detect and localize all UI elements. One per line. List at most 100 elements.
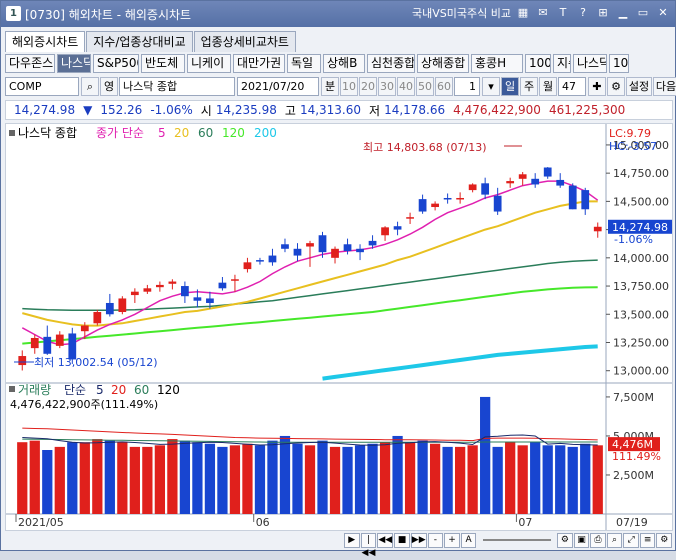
quick-index-1[interactable]: 나스닥	[57, 54, 91, 73]
quick-index-4[interactable]: 니케이	[187, 54, 231, 73]
vol-ma20-line	[22, 427, 598, 442]
restore-icon[interactable]: ▭	[635, 5, 651, 21]
quick-index-8[interactable]: 심천종합	[367, 54, 415, 73]
candle-body	[493, 195, 502, 212]
main-tabs: 해외증시차트 지수/업종상대비교 업종상세비교차트	[5, 31, 297, 53]
tab-sector-compare[interactable]: 업종상세비교차트	[193, 31, 296, 52]
nav-button-0[interactable]: ▶	[343, 532, 360, 548]
period-50[interactable]: 50	[416, 76, 434, 96]
candle-body	[418, 199, 427, 212]
quick-index-12[interactable]: 지수	[553, 54, 571, 73]
grid-icon[interactable]: ▦	[515, 5, 531, 21]
quick-index-2[interactable]: S&P500	[93, 54, 139, 73]
period-30[interactable]: 30	[378, 76, 396, 96]
weekly-button[interactable]: 주	[520, 76, 538, 96]
ma-period-5: 5	[158, 126, 166, 140]
nav-button-7[interactable]: A	[460, 532, 477, 548]
volume-bar	[480, 396, 491, 514]
nav-button-1[interactable]: |◀◀	[360, 532, 377, 558]
high-label: 고	[284, 103, 296, 118]
zoom-slider[interactable]	[483, 539, 552, 541]
x-tick-label: 07/19	[616, 516, 648, 529]
period-40[interactable]: 40	[397, 76, 415, 96]
crosshair-icon[interactable]: ✚	[588, 76, 606, 96]
nav-button-5[interactable]: -	[427, 532, 444, 548]
candle-body	[130, 291, 139, 296]
nav-button-2[interactable]: ◀◀	[377, 532, 394, 548]
price-chart[interactable]: 13,000.00 13,250.00 13,500.00 13,750.00 14,0…	[6, 124, 672, 530]
close-icon[interactable]: ✕	[655, 5, 671, 21]
quick-index-9[interactable]: 상해종합	[417, 54, 469, 73]
volume-bar	[505, 442, 516, 514]
monthly-button[interactable]: 월	[539, 76, 557, 96]
volume-bar	[104, 440, 115, 514]
candle-body	[118, 298, 127, 313]
chart-area[interactable]: 13,000.00 13,250.00 13,500.00 13,750.00 14,0…	[5, 123, 673, 531]
quick-index-5[interactable]: 대만가권	[233, 54, 285, 73]
quick-index-3[interactable]: 반도체	[141, 54, 185, 73]
period-10[interactable]: 10	[340, 76, 358, 96]
gear-icon[interactable]: ⚙	[607, 76, 625, 96]
volume-bar	[304, 445, 316, 514]
y-tick-label: 13,500.00	[613, 308, 669, 321]
quick-index-6[interactable]: 독일	[287, 54, 321, 73]
list-icon[interactable]: ≡	[639, 532, 656, 548]
count-input[interactable]: 47	[558, 76, 586, 96]
price-change-pct: -1.06%	[150, 103, 193, 117]
x-tick-label: 07	[518, 516, 532, 529]
quick-index-0[interactable]: 다우존스	[5, 54, 55, 73]
quick-index-14[interactable]: 100	[609, 54, 629, 73]
candle-body	[531, 178, 540, 185]
volume-bar	[117, 442, 128, 514]
nav-button-4[interactable]: ▶▶	[410, 532, 427, 548]
pin-icon[interactable]: ⊞	[595, 5, 611, 21]
next-button[interactable]: 다음	[653, 76, 676, 96]
volume-bar	[279, 435, 291, 514]
y-tick-label: 14,500.00	[613, 195, 669, 208]
volume-bar	[517, 445, 528, 514]
volume-bar	[129, 446, 140, 514]
camera-icon[interactable]: ▣	[573, 532, 590, 548]
lang-toggle[interactable]: 영	[100, 76, 118, 96]
quick-index-11[interactable]: 100	[525, 54, 551, 73]
compare-link[interactable]: 국내VS미국주식 비교	[412, 5, 511, 21]
quick-index-13[interactable]: 나스닥	[573, 54, 607, 73]
mail-icon[interactable]: ✉	[535, 5, 551, 21]
period-60[interactable]: 60	[435, 76, 453, 96]
interval-down-icon[interactable]: ▾	[482, 76, 500, 96]
tab-overseas-chart[interactable]: 해외증시차트	[5, 31, 86, 52]
app-badge: 1	[6, 6, 21, 21]
search-icon[interactable]: ⌕	[81, 76, 99, 96]
period-20[interactable]: 20	[359, 76, 377, 96]
minimize-icon[interactable]: ▁	[615, 5, 631, 21]
volume-bar	[429, 443, 441, 514]
font-size-icon[interactable]: T	[555, 5, 571, 21]
interval-input[interactable]: 1	[454, 76, 480, 96]
help-icon[interactable]: ?	[575, 5, 591, 21]
candle-body	[218, 282, 227, 289]
lc-label: LC:9.79	[609, 127, 651, 140]
minute-button[interactable]: 분	[321, 76, 339, 96]
quick-index-7[interactable]: 상해B	[323, 54, 365, 73]
settings-button[interactable]: 설정	[626, 76, 652, 96]
search-tool-icon[interactable]: ⌕	[606, 532, 623, 548]
y-tick-label: 13,000.00	[613, 365, 669, 378]
print-icon[interactable]: ⎙	[590, 532, 606, 548]
volume-bar	[404, 442, 416, 514]
daily-button[interactable]: 일	[501, 76, 519, 96]
volume-bar	[492, 446, 503, 514]
settings-icon[interactable]: ⚙	[656, 532, 673, 548]
window-title: [0730] 해외차트 - 해외증시차트	[25, 8, 192, 22]
quick-index-10[interactable]: 홍콩H	[471, 54, 523, 73]
tab-index-compare[interactable]: 지수/업종상대비교	[86, 31, 193, 52]
expand-icon[interactable]: ⤢	[623, 532, 639, 548]
code-input[interactable]: COMP	[5, 76, 79, 96]
volume-bar	[342, 446, 353, 514]
volume-bar	[417, 440, 428, 514]
date-input[interactable]: 2021/07/20	[237, 76, 319, 96]
nav-button-3[interactable]: ■	[394, 532, 410, 548]
candle-body	[343, 244, 352, 252]
nav-button-6[interactable]: +	[444, 532, 460, 548]
candle-body	[193, 297, 202, 301]
chart-config-icon[interactable]: ⚙	[557, 532, 573, 548]
